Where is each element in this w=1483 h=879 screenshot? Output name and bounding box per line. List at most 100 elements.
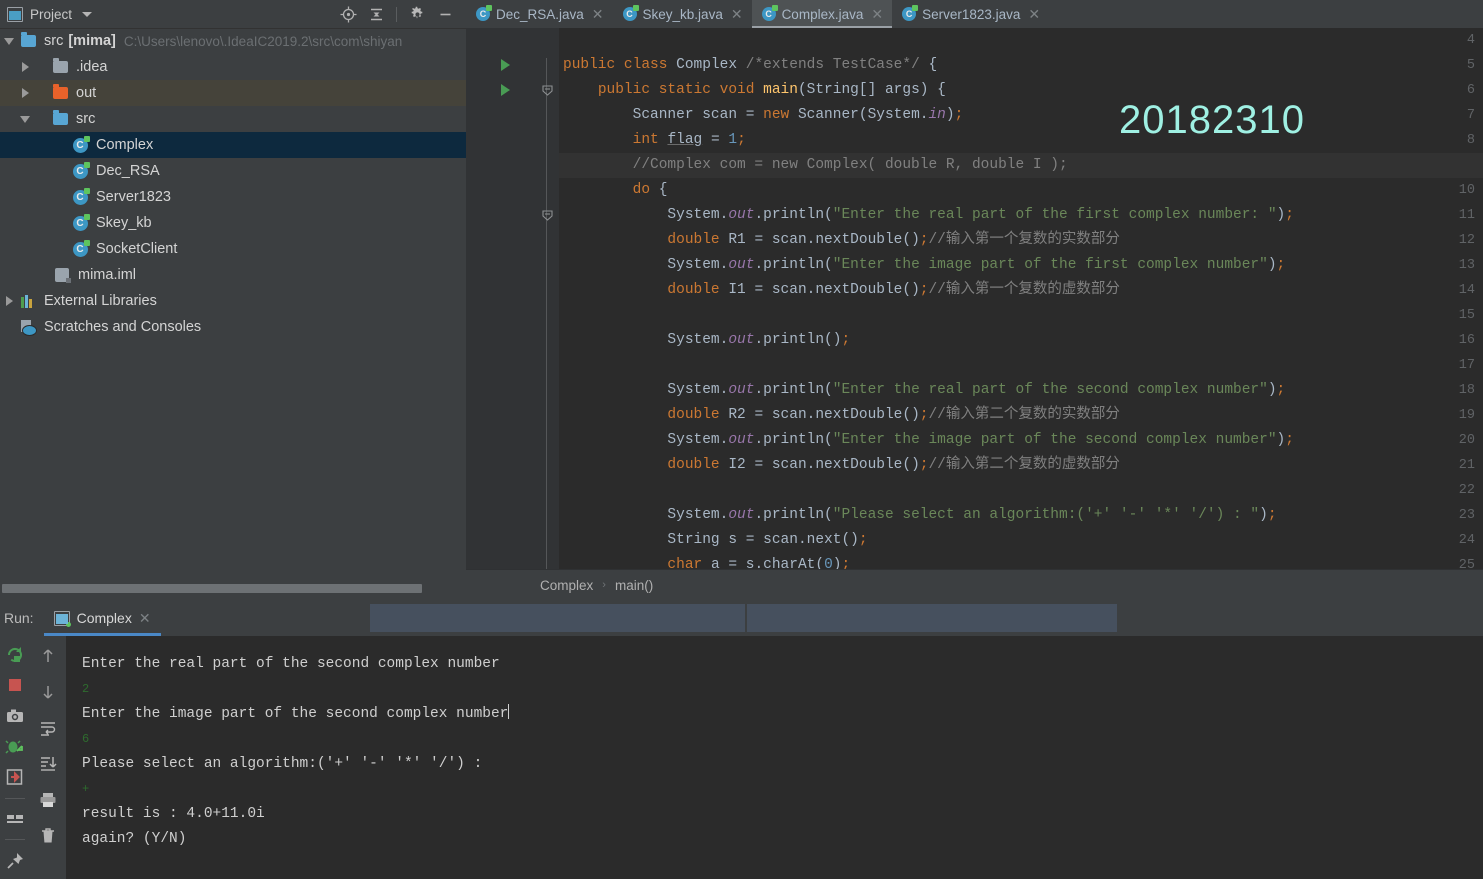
scrollbar-thumb[interactable] bbox=[2, 584, 422, 593]
java-class-icon: C bbox=[70, 161, 90, 179]
run-tab-complex[interactable]: Complex ✕ bbox=[43, 600, 161, 636]
expand-arrow-icon[interactable] bbox=[0, 296, 18, 306]
breadcrumb: Complex › main() bbox=[466, 569, 1483, 600]
close-icon[interactable]: ✕ bbox=[729, 7, 743, 21]
layout-icon[interactable] bbox=[3, 809, 27, 830]
print-icon[interactable] bbox=[36, 788, 60, 812]
console-line: result is : 4.0+11.0i bbox=[82, 806, 265, 822]
iml-file-icon bbox=[52, 268, 72, 283]
editor-area: C Dec_RSA.java ✕ C Skey_kb.java ✕ C Comp… bbox=[466, 0, 1483, 600]
console-line: again? (Y/N) bbox=[82, 831, 187, 847]
tree-row-scratches[interactable]: Scratches and Consoles bbox=[0, 314, 466, 340]
editor-tab-dec-rsa[interactable]: C Dec_RSA.java ✕ bbox=[466, 0, 613, 28]
project-tree[interactable]: src [mima] C:\Users\lenovo\.IdeaIC2019.2… bbox=[0, 28, 466, 578]
rerun-icon[interactable] bbox=[3, 644, 27, 665]
code-line: System.out.println("Enter the image part… bbox=[563, 432, 1294, 448]
code-line: do { bbox=[632, 182, 668, 198]
fold-collapse-icon[interactable] bbox=[542, 85, 553, 96]
expand-arrow-icon[interactable] bbox=[0, 88, 34, 98]
minimize-icon[interactable] bbox=[432, 2, 458, 26]
java-class-icon: C bbox=[622, 5, 639, 21]
console-input-line: 6 bbox=[82, 732, 90, 746]
project-title-button[interactable]: Project bbox=[0, 6, 93, 22]
exit-icon[interactable] bbox=[3, 767, 27, 788]
soft-wrap-icon[interactable] bbox=[36, 716, 60, 740]
folder-icon bbox=[50, 58, 70, 73]
debug-icon[interactable] bbox=[3, 736, 27, 757]
tab-label: Server1823.java bbox=[922, 6, 1021, 22]
chevron-down-icon[interactable] bbox=[82, 11, 93, 17]
stop-icon[interactable] bbox=[3, 675, 27, 696]
expand-arrow-icon[interactable] bbox=[0, 62, 34, 72]
code-line: Scanner scan = new Scanner(System.in); bbox=[563, 107, 964, 123]
breadcrumb-method[interactable]: main() bbox=[615, 578, 653, 593]
tree-row-socketclient[interactable]: C SocketClient bbox=[0, 236, 466, 262]
run-primary-toolbar bbox=[0, 636, 30, 879]
collapse-all-icon[interactable] bbox=[363, 2, 389, 26]
tree-row-mima-iml[interactable]: mima.iml bbox=[0, 262, 466, 288]
toolbar-divider bbox=[396, 6, 397, 22]
folder-src-icon bbox=[18, 32, 38, 47]
camera-icon[interactable] bbox=[3, 706, 27, 727]
folder-src-icon bbox=[50, 110, 70, 125]
editor-tab-server1823[interactable]: C Server1823.java ✕ bbox=[892, 0, 1049, 28]
close-icon[interactable]: ✕ bbox=[590, 7, 604, 21]
code-folding-gutter[interactable] bbox=[534, 28, 559, 570]
tree-row-server1823[interactable]: C Server1823 bbox=[0, 184, 466, 210]
code-line: public static void main(String[] args) { bbox=[597, 82, 946, 98]
tree-row-skey-kb[interactable]: C Skey_kb bbox=[0, 210, 466, 236]
code-line: System.out.println("Enter the real part … bbox=[563, 382, 1286, 398]
code-line: System.out.println("Please select an alg… bbox=[563, 507, 1277, 523]
tree-row-out[interactable]: out bbox=[0, 80, 466, 106]
console-line: Enter the image part of the second compl… bbox=[82, 702, 1483, 727]
run-config-icon bbox=[53, 610, 71, 627]
java-class-icon: C bbox=[70, 187, 90, 205]
expand-arrow-icon[interactable] bbox=[0, 115, 34, 123]
close-icon[interactable]: ✕ bbox=[1026, 7, 1040, 21]
tab-label: Complex.java bbox=[781, 6, 864, 22]
breadcrumb-class[interactable]: Complex bbox=[540, 578, 593, 593]
close-icon[interactable]: ✕ bbox=[139, 610, 151, 627]
code-editor[interactable]: 4 5 6 7 8 9 10 11 12 13 14 15 16 17 18 1… bbox=[466, 28, 1483, 570]
line-number-gutter[interactable] bbox=[466, 28, 534, 570]
tree-row-idea[interactable]: .idea bbox=[0, 54, 466, 80]
scroll-to-end-icon[interactable] bbox=[36, 752, 60, 776]
up-arrow-icon[interactable] bbox=[36, 644, 60, 668]
tree-label-module: [mima] bbox=[68, 33, 116, 49]
tree-row-complex[interactable]: C Complex bbox=[0, 132, 466, 158]
project-panel-header: Project bbox=[0, 0, 466, 29]
project-panel-toolbar bbox=[335, 2, 466, 26]
java-class-icon: C bbox=[902, 5, 919, 21]
run-label: Run: bbox=[4, 610, 34, 626]
project-horizontal-scrollbar[interactable] bbox=[0, 582, 466, 594]
folder-out-icon bbox=[50, 84, 70, 99]
tree-label: out bbox=[76, 85, 97, 101]
tree-row-dec-rsa[interactable]: C Dec_RSA bbox=[0, 158, 466, 184]
close-icon[interactable]: ✕ bbox=[869, 7, 883, 21]
fold-collapse-icon[interactable] bbox=[542, 210, 553, 221]
editor-tab-skey-kb[interactable]: C Skey_kb.java ✕ bbox=[613, 0, 752, 28]
tree-label: SocketClient bbox=[96, 241, 178, 257]
console-output[interactable]: Enter the real part of the second comple… bbox=[66, 636, 1483, 879]
expand-arrow-icon[interactable] bbox=[0, 37, 18, 45]
idea-window: Project src [mima] C:\Users\lenovo\.Idea… bbox=[0, 0, 1483, 879]
run-gutter-icon[interactable] bbox=[501, 59, 510, 71]
run-gutter-icon[interactable] bbox=[501, 84, 510, 96]
locate-icon[interactable] bbox=[335, 2, 361, 26]
tree-label-root: src bbox=[44, 33, 64, 49]
trash-icon[interactable] bbox=[36, 824, 60, 848]
pin-icon[interactable] bbox=[3, 850, 27, 879]
tree-row-src[interactable]: src bbox=[0, 106, 466, 132]
code-line: System.out.println("Enter the real part … bbox=[563, 207, 1294, 223]
tree-label: Scratches and Consoles bbox=[44, 319, 202, 335]
down-arrow-icon[interactable] bbox=[36, 680, 60, 704]
tree-row-external-libraries[interactable]: External Libraries bbox=[0, 288, 466, 314]
code-text[interactable]: public class Complex /*extends TestCase*… bbox=[559, 28, 1483, 570]
gear-icon[interactable] bbox=[404, 2, 430, 26]
tree-label: Server1823 bbox=[96, 189, 171, 205]
tree-row-root[interactable]: src [mima] C:\Users\lenovo\.IdeaIC2019.2… bbox=[0, 28, 466, 54]
editor-tab-complex[interactable]: C Complex.java ✕ bbox=[751, 0, 893, 28]
tree-label: External Libraries bbox=[44, 293, 157, 309]
